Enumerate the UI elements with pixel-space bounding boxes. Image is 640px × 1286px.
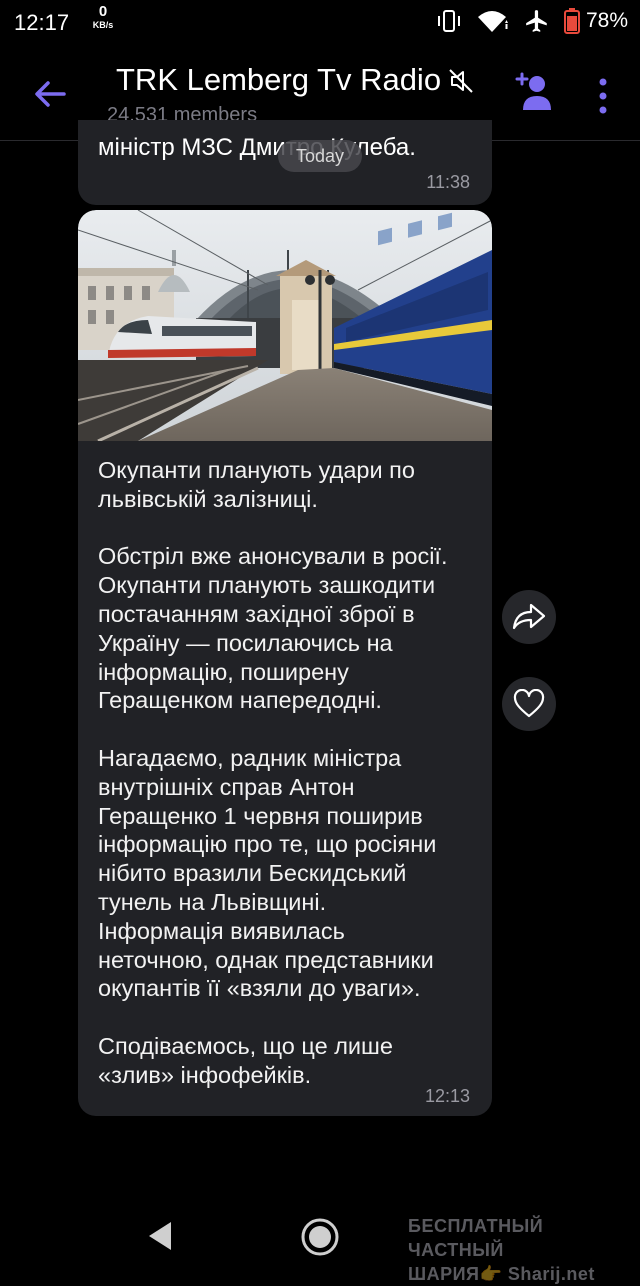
watermark: БЕСПЛАТНЫЙ ЧАСТНЫЙ ШАРИЯ👉 Sharij.net xyxy=(408,1214,626,1286)
message-text: міністр МЗС Дмитро Кулеба. xyxy=(98,134,416,161)
share-button[interactable] xyxy=(502,590,556,644)
channel-title[interactable]: TRK Lemberg Tv Radio xyxy=(116,62,441,98)
watermark-line2: ШАРИЯ👉 Sharij.net xyxy=(408,1264,595,1284)
heart-icon xyxy=(513,689,545,718)
post-text: Окупанти планують удари по львівській за… xyxy=(98,457,448,1088)
watermark-line1: БЕСПЛАТНЫЙ ЧАСТНЫЙ xyxy=(408,1216,544,1260)
message-bubble-post[interactable]: Окупанти планують удари по львівській за… xyxy=(78,210,492,1116)
like-button[interactable] xyxy=(502,677,556,731)
network-speed-unit: KB/s xyxy=(92,20,114,30)
wifi-icon xyxy=(477,11,508,32)
status-bar: 12:17 0 KB/s 78% xyxy=(0,0,640,44)
add-user-icon[interactable] xyxy=(512,70,554,114)
vibrate-icon xyxy=(437,10,460,32)
share-icon xyxy=(512,603,546,630)
status-time: 12:17 xyxy=(14,10,70,35)
network-speed: 0 KB/s xyxy=(86,3,120,31)
muted-icon xyxy=(449,69,473,93)
date-chip: Today xyxy=(278,140,362,172)
airplane-icon xyxy=(526,10,547,32)
nav-back-icon[interactable] xyxy=(145,1220,173,1252)
back-arrow-icon[interactable] xyxy=(30,74,70,114)
message-time: 11:38 xyxy=(426,172,470,192)
post-photo[interactable] xyxy=(78,210,492,441)
battery-icon xyxy=(563,8,580,34)
more-vert-icon[interactable] xyxy=(592,76,614,116)
network-speed-value: 0 xyxy=(98,3,108,20)
railway-station-image xyxy=(78,210,492,441)
nav-home-icon[interactable] xyxy=(300,1217,340,1257)
status-icons: 78% xyxy=(436,8,628,34)
message-time: 12:13 xyxy=(424,1086,470,1106)
battery-percent: 78% xyxy=(585,9,628,32)
